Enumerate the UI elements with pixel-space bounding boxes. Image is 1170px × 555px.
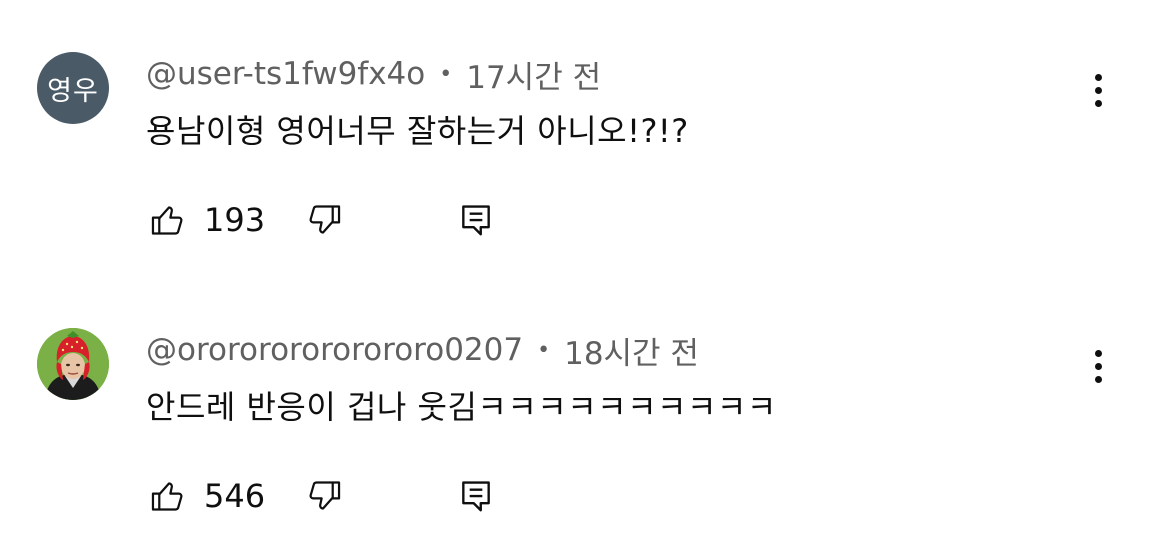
like-button[interactable] <box>148 200 188 240</box>
comment: 영우 @user-ts1fw9fx4o • 17시간 전 용남이형 영어너무 잘… <box>0 50 1170 250</box>
like-count: 546 <box>204 477 266 515</box>
like-button[interactable] <box>148 476 188 516</box>
comment-actions: 193 <box>148 198 496 242</box>
separator-dot: • <box>439 61 453 87</box>
comment-header: @ororororororororo0207 • 18시간 전 <box>146 328 699 373</box>
dislike-button[interactable] <box>304 476 344 516</box>
menu-dot <box>1094 375 1102 383</box>
comments-list: 영우 @user-ts1fw9fx4o • 17시간 전 용남이형 영어너무 잘… <box>0 0 1170 555</box>
avatar-initials: 영우 <box>47 75 99 107</box>
reply-button[interactable] <box>456 476 496 516</box>
separator-dot: • <box>537 337 551 363</box>
dislike-button[interactable] <box>304 200 344 240</box>
more-vertical-icon <box>1094 349 1102 357</box>
comment-author[interactable]: @user-ts1fw9fx4o <box>146 56 425 92</box>
more-vertical-icon <box>1094 73 1102 81</box>
menu-dot <box>1094 86 1102 94</box>
comment-header: @user-ts1fw9fx4o • 17시간 전 <box>146 52 601 97</box>
comment-time[interactable]: 17시간 전 <box>466 52 601 97</box>
thumbs-up-icon <box>151 206 183 235</box>
strawberry-costume-avatar-image <box>37 328 109 400</box>
avatar[interactable] <box>37 328 109 400</box>
comment-text: 안드레 반응이 겁나 웃김ㅋㅋㅋㅋㅋㅋㅋㅋㅋㅋ <box>146 388 777 426</box>
menu-dot <box>1094 362 1102 370</box>
comment-text: 용남이형 영어너무 잘하는거 아니오!?!? <box>146 112 689 150</box>
comment-actions: 546 <box>148 474 496 518</box>
comment: @ororororororororo0207 • 18시간 전 안드레 반응이 … <box>0 326 1170 526</box>
comment-menu-button[interactable] <box>1080 68 1116 112</box>
menu-dot <box>1094 99 1102 107</box>
thumbs-up-icon <box>151 482 183 511</box>
comment-reply-icon <box>462 205 490 236</box>
thumbs-down-icon <box>309 481 341 510</box>
comment-time[interactable]: 18시간 전 <box>564 328 699 373</box>
avatar[interactable]: 영우 <box>37 52 109 124</box>
like-count: 193 <box>204 201 266 239</box>
thumbs-down-icon <box>309 205 341 234</box>
comment-author[interactable]: @ororororororororo0207 <box>146 332 523 368</box>
comment-menu-button[interactable] <box>1080 344 1116 388</box>
comment-reply-icon <box>462 481 490 512</box>
reply-button[interactable] <box>456 200 496 240</box>
